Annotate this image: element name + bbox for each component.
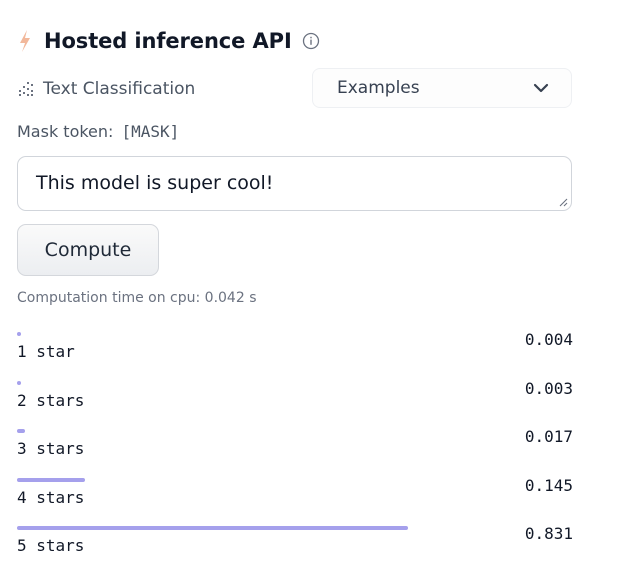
result-label: 4 stars: [17, 487, 85, 507]
text-classification-icon: [19, 82, 33, 96]
results-list: 1 star 0.004 2 stars 0.003 3 stars 0.017…: [17, 330, 573, 573]
examples-label: Examples: [337, 78, 420, 98]
result-row: 4 stars 0.145: [17, 476, 573, 525]
text-input[interactable]: This model is super cool!: [17, 156, 572, 211]
examples-dropdown[interactable]: Examples: [312, 68, 572, 108]
result-score: 0.145: [524, 475, 573, 495]
score-bar: [17, 429, 25, 433]
score-bar: [17, 526, 408, 530]
task-type: Text Classification: [17, 75, 195, 103]
score-bar: [17, 477, 86, 482]
mask-token-label: Mask token:: [17, 122, 114, 141]
result-row: 5 stars 0.831: [17, 524, 573, 573]
task-label: Text Classification: [43, 79, 196, 99]
result-score: 0.831: [524, 524, 573, 543]
widget-header: Hosted inference API: [16, 24, 320, 58]
compute-button[interactable]: Compute: [17, 224, 159, 276]
chevron-down-icon: [533, 83, 549, 93]
result-label: 3 stars: [17, 439, 85, 458]
result-score: 0.017: [524, 427, 573, 446]
mask-token-row: Mask token: [MASK]: [17, 122, 179, 141]
result-row: 1 star 0.004: [17, 330, 573, 379]
result-row: 2 stars 0.003: [17, 379, 573, 428]
result-score: 0.003: [524, 378, 573, 398]
mask-token-value: [MASK]: [121, 122, 180, 141]
computation-time: Computation time on cpu: 0.042 s: [17, 290, 257, 306]
widget-title: Hosted inference API: [44, 29, 292, 53]
result-label: 5 stars: [17, 536, 85, 555]
result-label: 1 star: [17, 342, 75, 361]
lightning-bolt-icon: [20, 30, 30, 52]
text-input-value: This model is super cool!: [36, 172, 274, 194]
resize-handle-icon[interactable]: [558, 197, 568, 207]
score-bar: [17, 332, 21, 336]
score-bar: [17, 380, 21, 385]
info-circle-icon[interactable]: [302, 32, 320, 50]
result-label: 2 stars: [17, 390, 85, 410]
result-row: 3 stars 0.017: [17, 427, 573, 476]
result-score: 0.004: [524, 330, 573, 349]
